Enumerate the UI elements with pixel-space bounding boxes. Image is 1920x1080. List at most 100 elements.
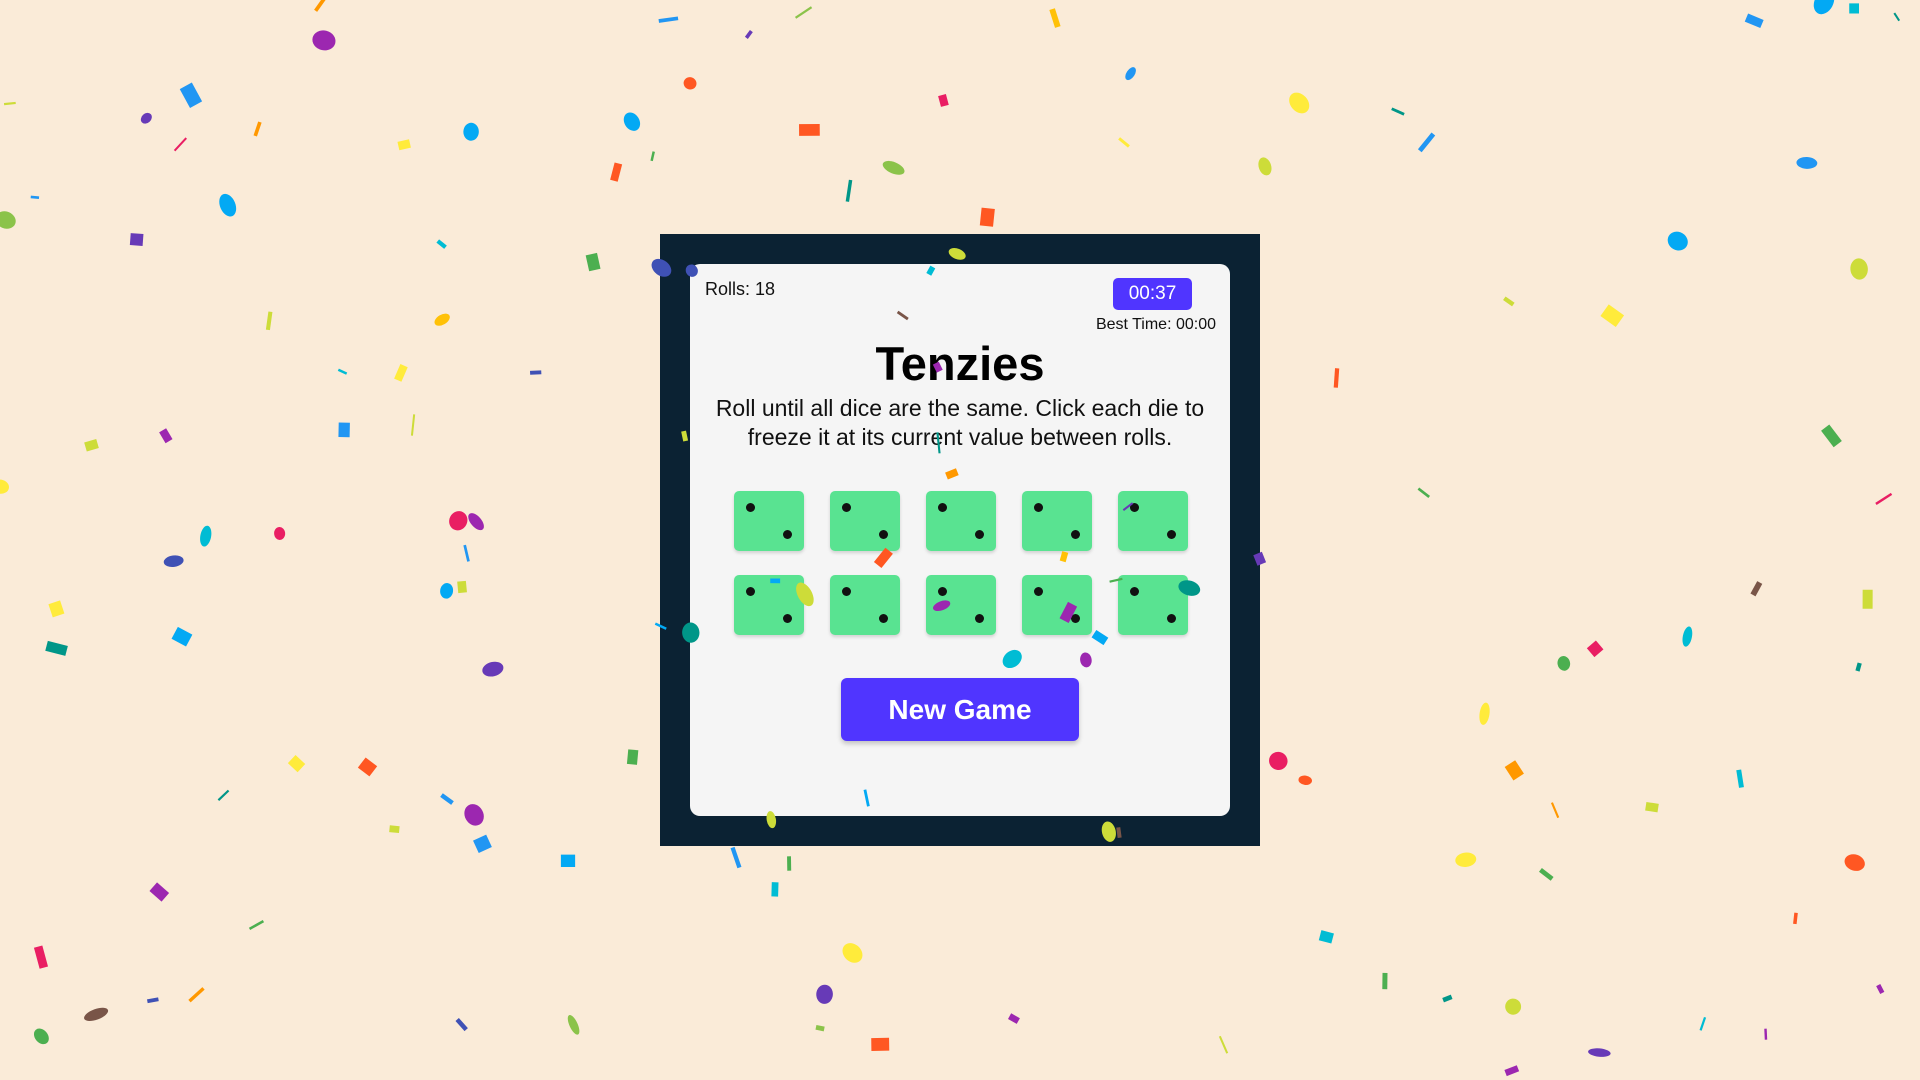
- confetti-piece: [1289, 92, 1310, 114]
- confetti-piece: [1667, 231, 1688, 251]
- die-pip: [783, 530, 792, 539]
- confetti-piece: [842, 943, 863, 963]
- confetti-piece: [248, 919, 265, 931]
- confetti-piece: [815, 1024, 825, 1032]
- confetti-piece: [200, 525, 212, 547]
- confetti-piece: [188, 987, 205, 1003]
- timer-badge: 00:37: [1113, 278, 1192, 310]
- confetti-piece: [567, 1014, 580, 1035]
- confetti-piece: [623, 112, 641, 131]
- confetti-piece: [171, 626, 193, 647]
- confetti-piece: [253, 121, 262, 137]
- die-5[interactable]: [1118, 491, 1188, 551]
- confetti-piece: [1893, 12, 1901, 22]
- confetti-piece: [140, 112, 152, 124]
- confetti-piece: [434, 313, 450, 326]
- confetti-piece: [287, 754, 306, 773]
- confetti-piece: [730, 846, 742, 869]
- confetti-piece: [436, 239, 447, 249]
- die-pip: [746, 503, 755, 512]
- confetti-piece: [1588, 1048, 1611, 1057]
- confetti-piece: [1855, 662, 1862, 672]
- die-3[interactable]: [926, 491, 996, 551]
- rolls-counter: Rolls: 18: [705, 279, 776, 299]
- confetti-piece: [149, 882, 170, 902]
- confetti-piece: [1813, 0, 1835, 15]
- confetti-piece: [1793, 912, 1798, 925]
- confetti-piece: [440, 583, 454, 599]
- confetti-piece: [845, 179, 853, 202]
- confetti-piece: [744, 30, 753, 39]
- confetti-piece: [1391, 107, 1405, 116]
- confetti-piece: [1218, 1035, 1229, 1054]
- confetti-piece: [455, 1018, 468, 1032]
- instructions: Roll until all dice are the same. Click …: [715, 395, 1205, 450]
- die-pip: [1130, 503, 1139, 512]
- confetti-piece: [683, 77, 697, 90]
- confetti-piece: [979, 207, 995, 227]
- confetti-piece: [1550, 802, 1560, 819]
- confetti-piece: [610, 162, 623, 182]
- confetti-piece: [1007, 1013, 1020, 1024]
- confetti-piece: [1258, 157, 1272, 176]
- game-frame: Rolls: 18 00:37 Best Time: 00:00 Tenzies…: [660, 234, 1260, 846]
- confetti-piece: [1505, 998, 1522, 1015]
- confetti-piece: [265, 311, 273, 331]
- die-pip: [975, 614, 984, 623]
- dice-grid: [734, 491, 1188, 635]
- confetti-piece: [816, 984, 833, 1004]
- confetti-piece: [1125, 67, 1136, 81]
- confetti-piece: [0, 211, 16, 229]
- confetti-piece: [397, 139, 411, 151]
- die-1[interactable]: [734, 491, 804, 551]
- die-7[interactable]: [830, 575, 900, 635]
- die-pip: [1167, 614, 1176, 623]
- confetti-piece: [1736, 769, 1744, 788]
- die-pip: [842, 503, 851, 512]
- confetti-piece: [159, 428, 173, 444]
- confetti-piece: [312, 30, 336, 51]
- confetti-piece: [463, 544, 470, 562]
- confetti-piece: [1417, 487, 1431, 498]
- confetti-piece: [1333, 368, 1340, 388]
- best-time: Best Time: 00:00: [1095, 316, 1216, 333]
- new-game-button[interactable]: New Game: [841, 678, 1079, 741]
- confetti-piece: [1750, 581, 1763, 597]
- die-4[interactable]: [1022, 491, 1092, 551]
- confetti-piece: [1269, 751, 1288, 771]
- confetti-piece: [585, 252, 601, 272]
- confetti-piece: [1539, 868, 1554, 881]
- confetti-piece: [84, 438, 99, 452]
- confetti-piece: [440, 793, 454, 805]
- confetti-piece: [389, 825, 400, 834]
- confetti-piece: [1796, 156, 1818, 169]
- die-pip: [746, 587, 755, 596]
- confetti-piece: [799, 123, 820, 136]
- confetti-piece: [314, 0, 328, 12]
- confetti-piece: [274, 526, 286, 540]
- die-10[interactable]: [1118, 575, 1188, 635]
- confetti-piece: [1442, 994, 1453, 1003]
- die-8[interactable]: [926, 575, 996, 635]
- confetti-piece: [1821, 424, 1842, 448]
- die-6[interactable]: [734, 575, 804, 635]
- confetti-piece: [482, 661, 504, 677]
- confetti-piece: [217, 789, 230, 801]
- confetti-piece: [449, 511, 468, 531]
- die-9[interactable]: [1022, 575, 1092, 635]
- confetti-piece: [0, 479, 9, 494]
- confetti-piece: [30, 195, 40, 199]
- confetti-piece: [658, 16, 679, 23]
- die-pip: [975, 530, 984, 539]
- die-pip: [938, 587, 947, 596]
- confetti-piece: [1645, 801, 1659, 813]
- confetti-piece: [1557, 656, 1571, 671]
- confetti-piece: [457, 580, 467, 594]
- confetti-piece: [871, 1037, 890, 1051]
- confetti-piece: [1455, 852, 1477, 867]
- confetti-piece: [33, 1028, 49, 1045]
- die-2[interactable]: [830, 491, 900, 551]
- confetti-piece: [357, 757, 378, 777]
- confetti-piece: [1875, 492, 1893, 505]
- confetti-piece: [1118, 137, 1130, 148]
